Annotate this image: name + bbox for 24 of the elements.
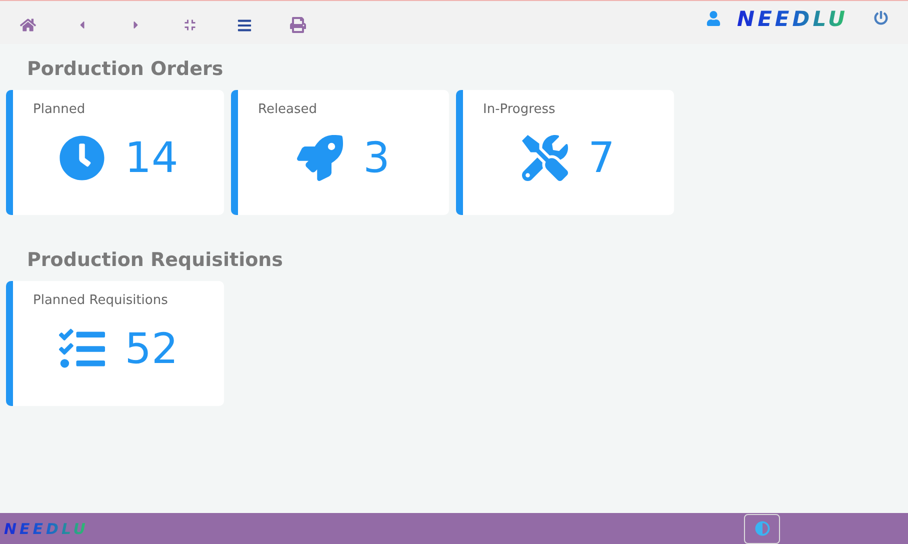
theme-toggle-button[interactable]: [744, 514, 780, 544]
card-value: 7: [588, 133, 615, 182]
stat-card[interactable]: Released 3: [231, 90, 449, 215]
menu-icon: [236, 18, 252, 32]
printer-icon: [290, 17, 306, 33]
card-value: 14: [124, 133, 178, 182]
card-label: In-Progress: [483, 102, 556, 117]
user-icon[interactable]: [706, 11, 722, 26]
section-title: Porduction Orders: [27, 58, 224, 80]
card-value: 3: [363, 133, 390, 182]
card-value: 52: [124, 324, 178, 373]
stat-card[interactable]: Planned 14: [6, 90, 224, 215]
rocket-icon: [297, 134, 344, 180]
tools-icon: [522, 134, 568, 180]
card-label: Planned Requisitions: [33, 293, 168, 308]
stat-card[interactable]: In-Progress 7: [456, 90, 674, 215]
home-icon: [20, 17, 36, 33]
contrast-icon: [754, 521, 770, 536]
section-title: Production Requisitions: [27, 249, 284, 271]
stat-card[interactable]: Planned Requisitions 52: [6, 281, 224, 406]
card-label: Released: [258, 102, 318, 117]
power-icon[interactable]: [874, 11, 888, 25]
card-label: Planned: [33, 102, 86, 117]
clock-icon: [58, 134, 105, 180]
